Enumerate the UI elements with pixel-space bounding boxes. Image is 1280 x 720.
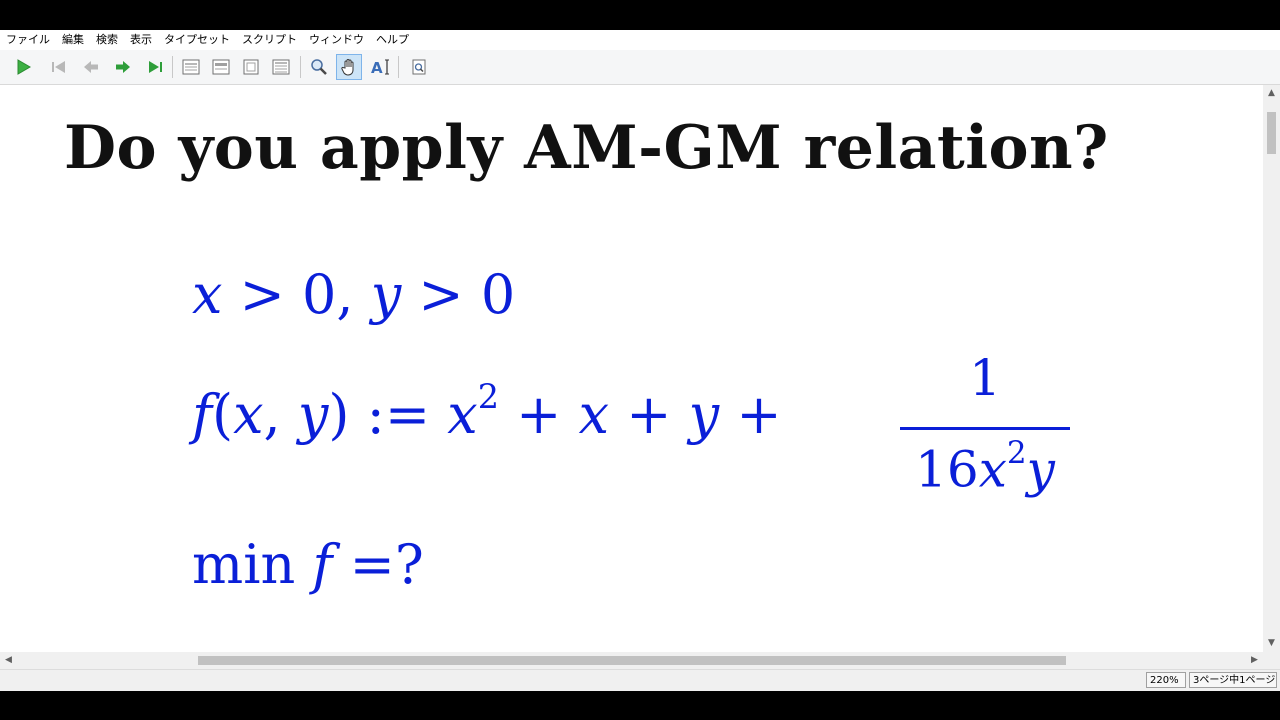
scroll-corner — [1263, 652, 1280, 669]
last-page-icon — [149, 61, 162, 73]
scroll-down-icon[interactable]: ▼ — [1263, 635, 1280, 652]
page-title: Do you apply AM-GM relation? — [64, 113, 1109, 183]
zoom-level[interactable]: 220% — [1146, 672, 1186, 688]
var-f: f — [312, 533, 333, 596]
menu-search[interactable]: 検索 — [90, 30, 124, 50]
facing-pages-icon — [212, 59, 230, 75]
single-page-button[interactable] — [178, 54, 204, 80]
vertical-scroll-thumb[interactable] — [1267, 112, 1276, 154]
single-page-icon — [182, 59, 200, 75]
var-x: x — [233, 383, 264, 447]
find-icon — [412, 59, 426, 75]
condition-line: x > 0, y > 0 — [192, 263, 515, 326]
select-text-button[interactable]: A — [368, 54, 394, 80]
math-text: + — [499, 383, 579, 447]
horizontal-scrollbar[interactable]: ◀ ▶ — [0, 652, 1263, 669]
facing-pages-button[interactable] — [208, 54, 234, 80]
var-x: x — [978, 440, 1007, 499]
menu-script[interactable]: スクリプト — [236, 30, 303, 50]
menu-typeset[interactable]: タイプセット — [158, 30, 236, 50]
vertical-scrollbar[interactable]: ▲ ▼ — [1263, 85, 1280, 652]
menu-help[interactable]: ヘルプ — [370, 30, 415, 50]
question-line: min f =? — [192, 533, 424, 596]
next-page-button[interactable] — [110, 54, 136, 80]
math-text: ( — [212, 383, 234, 447]
fit-page-button[interactable] — [238, 54, 264, 80]
math-text: =? — [332, 533, 424, 596]
var-y: y — [1026, 440, 1055, 499]
menu-edit[interactable]: 編集 — [56, 30, 90, 50]
magnifier-icon — [311, 59, 327, 75]
math-text: > 0, — [222, 263, 371, 326]
fit-width-button[interactable] — [268, 54, 294, 80]
toolbar-separator — [398, 56, 399, 78]
previous-page-icon — [84, 61, 98, 73]
scroll-left-icon[interactable]: ◀ — [0, 652, 17, 669]
math-text: , — [263, 383, 298, 447]
var-y: y — [688, 383, 720, 447]
pdf-viewer-window: ファイル 編集 検索 表示 タイプセット スクリプト ウィンドウ ヘルプ A D… — [0, 30, 1280, 691]
menu-window[interactable]: ウィンドウ — [303, 30, 370, 50]
first-page-icon — [52, 61, 65, 73]
var-y: y — [370, 263, 402, 326]
fit-page-icon — [243, 59, 259, 75]
document-view[interactable]: Do you apply AM-GM relation? x > 0, y > … — [0, 85, 1263, 652]
fraction-bar — [900, 427, 1070, 430]
var-x: x — [447, 383, 478, 447]
math-text: + — [719, 383, 782, 447]
page-indicator: 3ページ中1ページ — [1189, 672, 1277, 688]
last-page-button[interactable] — [142, 54, 168, 80]
menu-view[interactable]: 表示 — [124, 30, 158, 50]
min-operator: min — [192, 533, 313, 596]
select-text-icon: A — [371, 59, 389, 76]
hand-tool-button[interactable] — [336, 54, 362, 80]
fraction-denominator: 16x2y — [900, 435, 1070, 498]
find-button[interactable] — [406, 54, 432, 80]
toolbar-separator — [172, 56, 173, 78]
coefficient: 16 — [915, 440, 979, 499]
fraction: 1 16x2y — [900, 349, 1070, 509]
horizontal-scroll-thumb[interactable] — [198, 656, 1066, 665]
exponent: 2 — [1006, 435, 1027, 471]
hand-icon — [341, 59, 354, 76]
status-bar: 220% 3ページ中1ページ — [0, 669, 1280, 691]
var-x: x — [578, 383, 610, 447]
play-icon — [17, 59, 31, 75]
toolbar-separator — [300, 56, 301, 78]
toolbar: A — [0, 50, 1280, 85]
first-page-button[interactable] — [46, 54, 72, 80]
math-text: ) := — [328, 383, 448, 447]
magnifier-button[interactable] — [306, 54, 332, 80]
var-f: f — [192, 383, 212, 447]
scroll-up-icon[interactable]: ▲ — [1263, 85, 1280, 102]
next-page-icon — [116, 61, 130, 73]
math-text: + — [609, 383, 689, 447]
scroll-right-icon[interactable]: ▶ — [1246, 652, 1263, 669]
math-text: > 0 — [401, 263, 516, 326]
var-x: x — [192, 263, 223, 326]
fraction-numerator: 1 — [969, 349, 1001, 407]
menu-bar: ファイル 編集 検索 表示 タイプセット スクリプト ウィンドウ ヘルプ — [0, 30, 1280, 50]
var-y: y — [297, 383, 329, 447]
function-definition-line: f(x, y) := x2 + x + y + — [192, 377, 782, 446]
menu-file[interactable]: ファイル — [0, 30, 56, 50]
previous-page-button[interactable] — [78, 54, 104, 80]
svg-text:A: A — [371, 59, 383, 76]
fit-width-icon — [272, 59, 290, 75]
typeset-button[interactable] — [10, 54, 36, 80]
exponent: 2 — [477, 377, 500, 416]
